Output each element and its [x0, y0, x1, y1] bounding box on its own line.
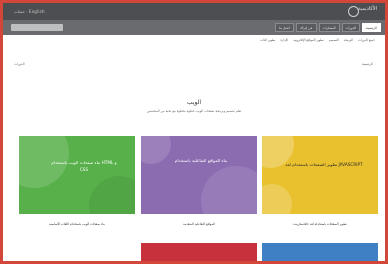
course-card-title: بناء صفحات الويب باستخدام HTML و CSS	[51, 160, 117, 172]
tab-courses[interactable]: الدورات	[341, 23, 361, 32]
account-links[interactable]: حساب · English	[14, 9, 45, 14]
logo-line-1: الأكاديمية	[358, 6, 377, 12]
screenshot-frame: حساب · English الأكاديمية الرئيسية الدور…	[0, 0, 388, 264]
course-card-caption[interactable]: بناء صفحات الويب باستخدام اللغات الأساسي…	[19, 222, 135, 226]
breadcrumb-home[interactable]: الرئيسية	[362, 62, 373, 66]
course-card-lower[interactable]	[141, 243, 257, 261]
search-input[interactable]	[11, 24, 63, 31]
page-title: الويب	[186, 99, 202, 106]
card-decoration	[89, 176, 135, 214]
tab-contact[interactable]: اتصل بنا	[275, 23, 294, 32]
course-card-javascript[interactable]: تطوير الصفحات باستخدام لغة JAVASCRIPT	[262, 136, 378, 214]
category-link[interactable]: الإدارة	[280, 38, 288, 42]
category-link[interactable]: جميع الدورات	[358, 38, 375, 42]
category-link[interactable]: تطوير المواقع الإلكترونية	[293, 38, 324, 42]
course-card-interactive[interactable]: بناء المواقع التفاعلية باستخدام	[141, 136, 257, 214]
category-link[interactable]: تطوير الذات	[260, 38, 275, 42]
card-decoration	[262, 184, 292, 214]
page-subtitle: تعلم تصميم وبرمجة صفحات الويب خطوة بخطوة…	[146, 109, 242, 113]
card-decoration	[201, 166, 257, 214]
category-link[interactable]: التصميم	[329, 38, 339, 42]
nav-bar: الرئيسية الدورات المسارات عن إدراك اتصل …	[3, 20, 385, 35]
logo[interactable]: الأكاديمية	[358, 7, 377, 12]
tab-about[interactable]: عن إدراك	[295, 23, 317, 32]
course-card-title: بناء المواقع التفاعلية باستخدام	[174, 158, 228, 163]
category-link[interactable]: البرمجة	[344, 38, 353, 42]
course-card-caption[interactable]: المواقع التفاعلية المتقدمة	[141, 222, 257, 226]
tab-home[interactable]: الرئيسية	[362, 23, 381, 32]
course-card-caption[interactable]: تطوير الصفحات باستخدام لغة جافاسكريبت	[262, 222, 378, 226]
course-card-html-css[interactable]: بناء صفحات الويب باستخدام HTML و CSS	[19, 136, 135, 214]
breadcrumb-current[interactable]: الدورات	[14, 62, 25, 66]
category-nav: جميع الدورات البرمجة التصميم تطوير الموا…	[260, 38, 375, 42]
course-card-lower[interactable]	[262, 243, 378, 261]
course-card-title: تطوير الصفحات باستخدام لغة JAVASCRIPT	[285, 162, 363, 167]
tab-paths[interactable]: المسارات	[318, 23, 340, 32]
main-tabs: الرئيسية الدورات المسارات عن إدراك اتصل …	[275, 23, 381, 32]
top-bar: حساب · English الأكاديمية	[3, 3, 385, 20]
